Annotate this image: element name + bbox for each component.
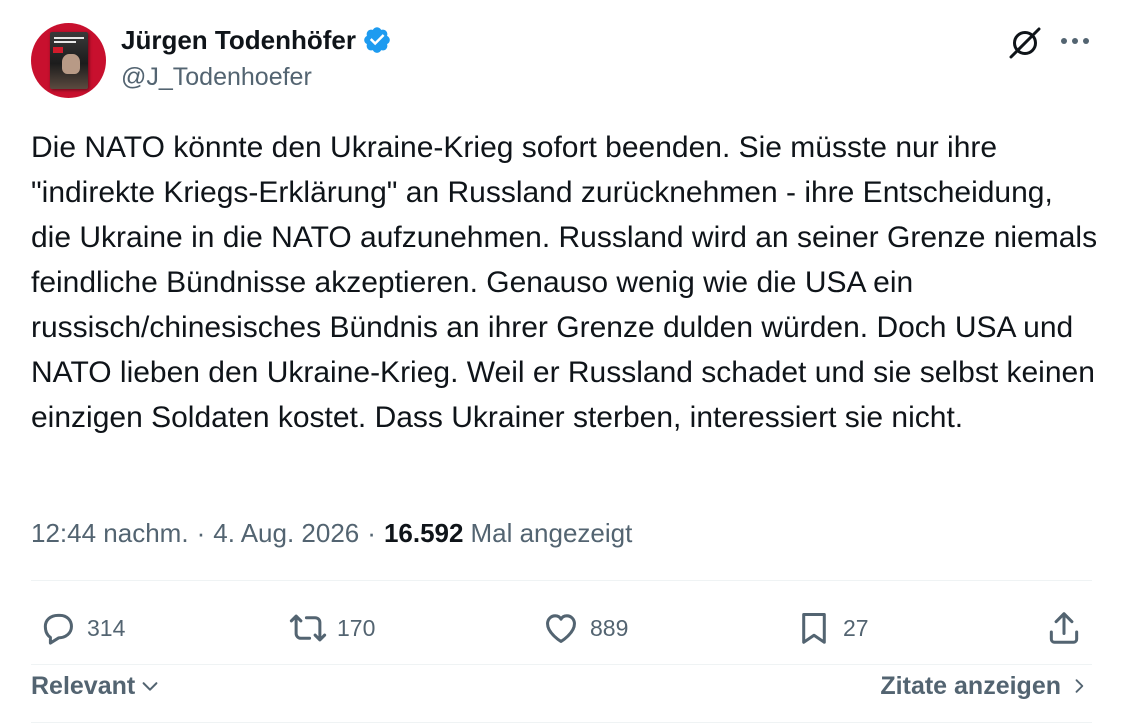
verified-badge-icon[interactable]: [362, 25, 392, 55]
repost-button[interactable]: 170: [289, 606, 375, 650]
heart-icon: [546, 614, 576, 643]
tweet-meta: 12:44 nachm. · 4. Aug. 2026 · 16.592 Mal…: [31, 514, 632, 552]
book-cover-icon: [50, 32, 88, 89]
more-options-icon[interactable]: [1057, 26, 1093, 56]
reply-button[interactable]: 314: [39, 606, 125, 650]
grok-icon[interactable]: [1007, 24, 1043, 60]
repost-icon: [289, 614, 327, 642]
divider: [31, 664, 1092, 665]
views-count: 16.592: [383, 517, 464, 548]
tweet-time[interactable]: 12:44 nachm.: [31, 518, 189, 549]
sort-label: Relevant: [31, 671, 136, 700]
bookmark-icon: [802, 613, 826, 644]
tweet-date[interactable]: 4. Aug. 2026: [213, 518, 359, 549]
author-display-name[interactable]: Jürgen Todenhöfer: [121, 25, 356, 56]
repost-count: 170: [337, 614, 376, 641]
chevron-right-icon: [1075, 679, 1084, 693]
view-quotes-link[interactable]: Zitate anzeigen: [880, 667, 1089, 705]
reply-count: 314: [87, 614, 126, 641]
separator-dot: ·: [367, 517, 376, 548]
share-button[interactable]: [1045, 606, 1083, 650]
share-icon: [1049, 612, 1079, 644]
bookmark-count: 27: [843, 614, 869, 641]
bookmark-button[interactable]: 27: [795, 606, 869, 650]
divider: [31, 580, 1092, 581]
quotes-label: Zitate anzeigen: [880, 671, 1061, 700]
like-count: 889: [590, 614, 629, 641]
author-display-name-row[interactable]: Jürgen Todenhöfer: [121, 24, 392, 56]
separator-dot: ·: [196, 517, 206, 548]
chevron-down-icon: [142, 682, 158, 691]
sort-replies-dropdown[interactable]: Relevant: [31, 667, 161, 705]
reply-icon: [43, 613, 73, 645]
views-label: Mal angezeigt: [470, 517, 633, 548]
divider: [31, 722, 1092, 723]
author-handle[interactable]: @J_Todenhoefer: [121, 63, 312, 92]
like-button[interactable]: 889: [542, 606, 628, 650]
avatar[interactable]: [31, 23, 106, 98]
tweet-text: Die NATO könnte den Ukraine-Krieg sofort…: [31, 131, 1106, 434]
